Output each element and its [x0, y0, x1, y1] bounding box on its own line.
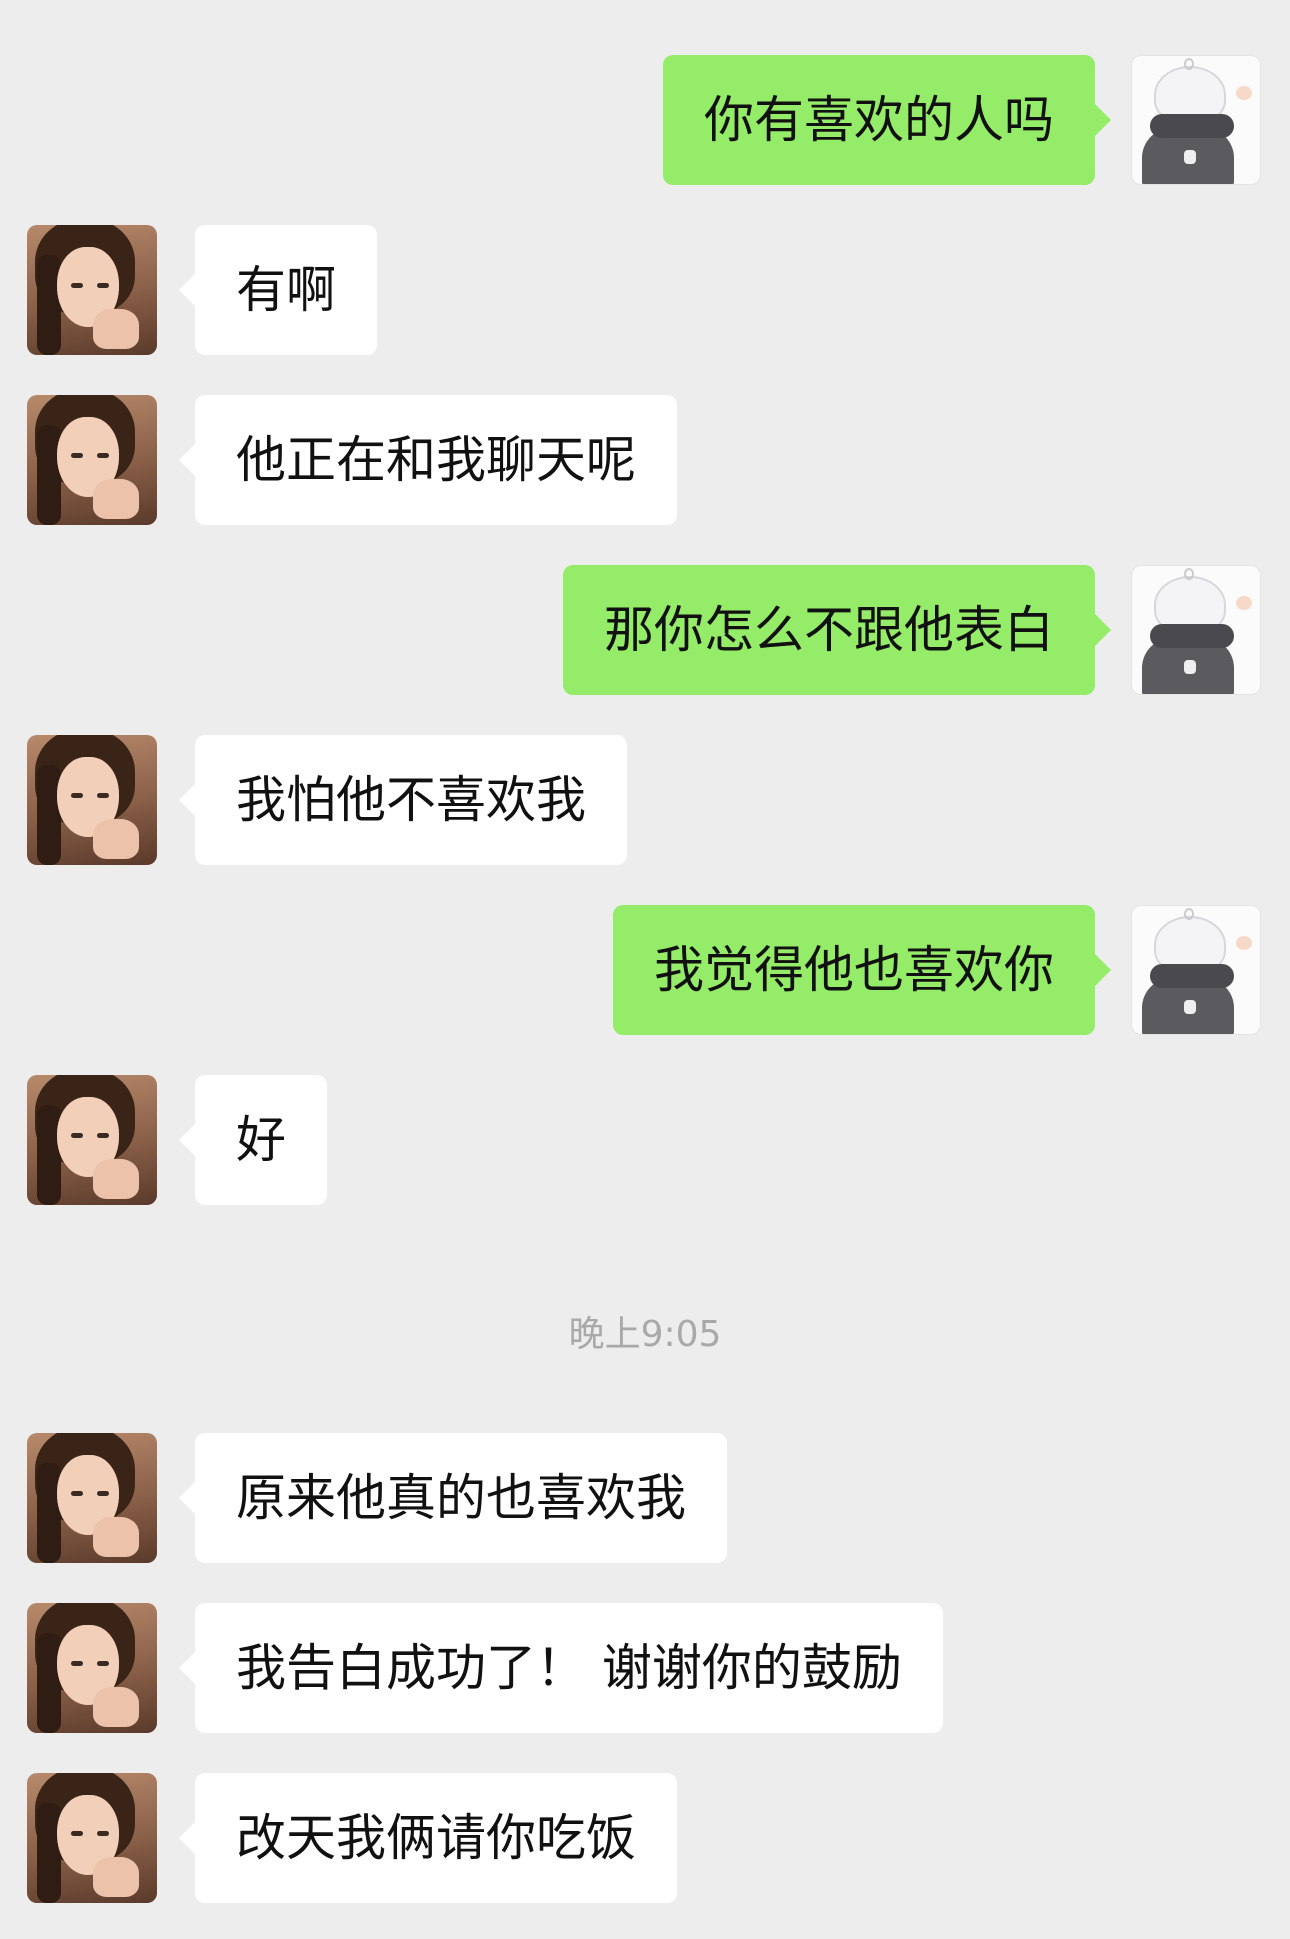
- message-bubble-outgoing[interactable]: 我觉得他也喜欢你: [613, 905, 1095, 1035]
- bubble-tail: [179, 1124, 195, 1156]
- contact-avatar[interactable]: [27, 1433, 157, 1563]
- message-row-incoming: 他正在和我聊天呢: [0, 395, 1290, 525]
- message-row-incoming: 有啊: [0, 225, 1290, 355]
- bubble-tail: [179, 1822, 195, 1854]
- my-avatar[interactable]: [1131, 55, 1261, 185]
- message-row-outgoing: 我觉得他也喜欢你: [0, 905, 1290, 1035]
- message-bubble-incoming[interactable]: 我怕他不喜欢我: [195, 735, 627, 865]
- contact-avatar[interactable]: [27, 395, 157, 525]
- message-row-incoming: 我告白成功了！ 谢谢你的鼓励: [0, 1603, 1290, 1733]
- contact-avatar[interactable]: [27, 1075, 157, 1205]
- message-row-incoming: 改天我俩请你吃饭: [0, 1773, 1290, 1903]
- message-bubble-outgoing[interactable]: 那你怎么不跟他表白: [563, 565, 1095, 695]
- message-bubble-incoming[interactable]: 改天我俩请你吃饭: [195, 1773, 677, 1903]
- contact-avatar[interactable]: [27, 735, 157, 865]
- message-bubble-outgoing[interactable]: 你有喜欢的人吗: [663, 55, 1095, 185]
- message-bubble-incoming[interactable]: 我告白成功了！ 谢谢你的鼓励: [195, 1603, 943, 1733]
- bubble-tail: [179, 1482, 195, 1514]
- bubble-tail: [1095, 104, 1111, 136]
- contact-avatar[interactable]: [27, 1773, 157, 1903]
- bubble-tail: [1095, 614, 1111, 646]
- message-bubble-incoming[interactable]: 好: [195, 1075, 327, 1205]
- bubble-tail: [179, 784, 195, 816]
- message-bubble-incoming[interactable]: 他正在和我聊天呢: [195, 395, 677, 525]
- message-row-incoming: 我怕他不喜欢我: [0, 735, 1290, 865]
- message-bubble-incoming[interactable]: 原来他真的也喜欢我: [195, 1433, 727, 1563]
- my-avatar[interactable]: [1131, 565, 1261, 695]
- message-bubble-incoming[interactable]: 有啊: [195, 225, 377, 355]
- chat-timestamp: 晚上9:05: [568, 1314, 722, 1355]
- contact-avatar[interactable]: [27, 225, 157, 355]
- message-row-outgoing: 你有喜欢的人吗: [0, 55, 1290, 185]
- bubble-tail: [179, 274, 195, 306]
- message-row-incoming: 好: [0, 1075, 1290, 1205]
- bubble-tail: [1095, 954, 1111, 986]
- contact-avatar[interactable]: [27, 1603, 157, 1733]
- bubble-tail: [179, 444, 195, 476]
- my-avatar[interactable]: [1131, 905, 1261, 1035]
- message-row-incoming: 原来他真的也喜欢我: [0, 1433, 1290, 1563]
- message-row-outgoing: 那你怎么不跟他表白: [0, 565, 1290, 695]
- bubble-tail: [179, 1652, 195, 1684]
